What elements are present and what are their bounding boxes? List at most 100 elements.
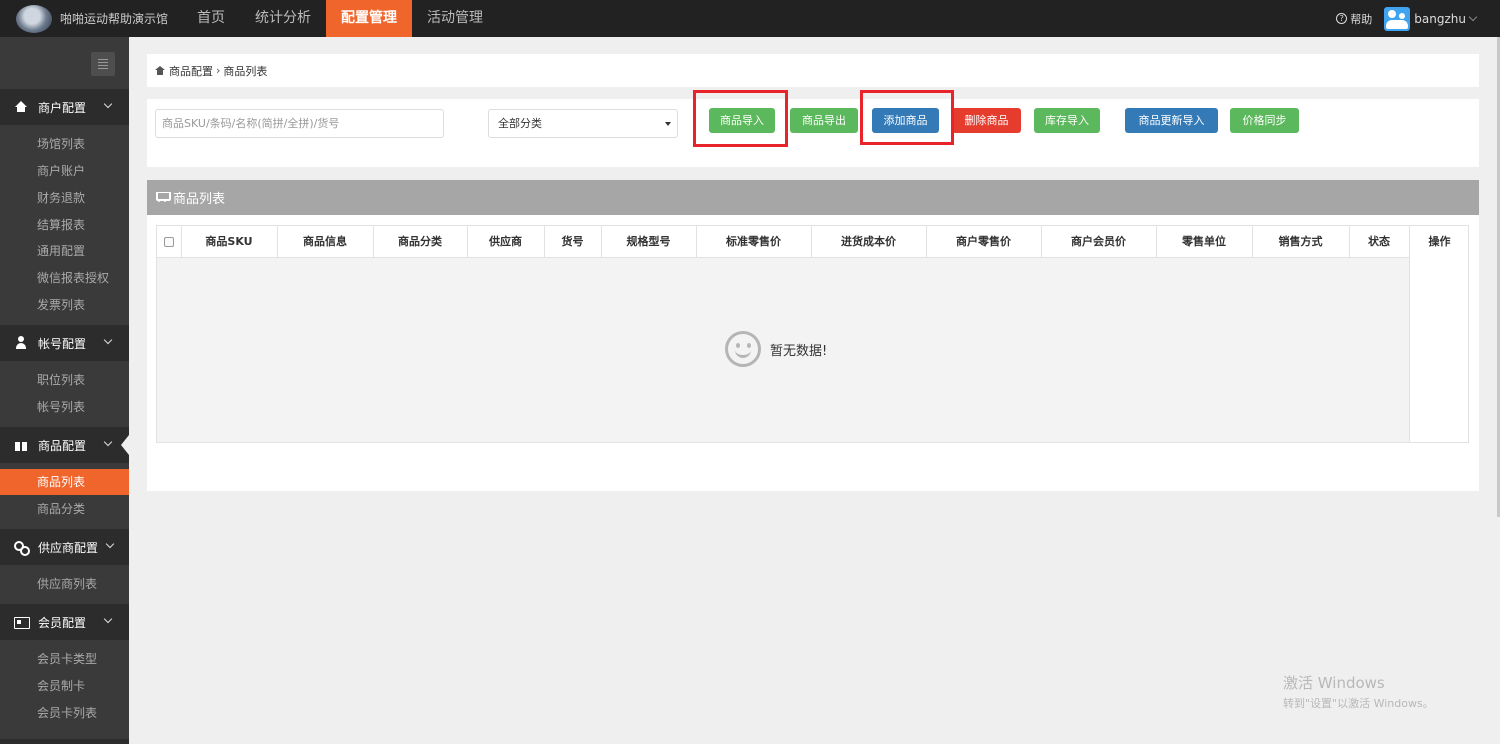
breadcrumb-separator: ›: [216, 64, 221, 77]
price-sync-button[interactable]: 价格同步: [1230, 108, 1299, 133]
home-icon: [155, 66, 165, 75]
sidebar-item-merchant-account[interactable]: 商户账户: [0, 158, 129, 184]
chevron-down-icon: [103, 614, 113, 624]
brand[interactable]: 啪啪运动帮助演示馆: [0, 0, 180, 37]
sidebar-item-account-list[interactable]: 帐号列表: [0, 394, 129, 420]
sidebar: 商户配置 场馆列表 商户账户 财务退款 结算报表 通用配置 微信报表授权 发票列…: [0, 37, 129, 744]
column-header[interactable]: 零售单位: [1156, 226, 1253, 258]
nav-statistics[interactable]: 统计分析: [240, 0, 326, 37]
select-all-checkbox[interactable]: [163, 236, 174, 247]
operations-column: 操作: [1409, 226, 1468, 442]
sidebar-item-wechat-report-auth[interactable]: 微信报表授权: [0, 265, 129, 291]
smile-icon: [725, 331, 761, 367]
filter-panel: 全部分类 商品导入 商品导出 添加商品 删除商品 库存导入 商品更新导入 价格同…: [147, 90, 1479, 167]
help-label: 帮助: [1350, 12, 1373, 26]
sidebar-group-label: 商户配置: [38, 100, 87, 115]
delete-product-button[interactable]: 删除商品: [952, 108, 1021, 133]
username[interactable]: bangzhu: [1414, 12, 1466, 26]
column-header[interactable]: 标准零售价: [696, 226, 812, 258]
column-header[interactable]: 规格型号: [601, 226, 697, 258]
sidebar-group-product[interactable]: 商品配置: [0, 427, 129, 463]
table-header-row: 商品SKU 商品信息 商品分类 供应商 货号 规格型号 标准零售价 进货成本价 …: [157, 226, 1410, 258]
column-header[interactable]: 进货成本价: [811, 226, 927, 258]
sidebar-group-merchant[interactable]: 商户配置: [0, 89, 129, 125]
windows-activation-watermark: 激活 Windows 转到"设置"以激活 Windows。: [1283, 672, 1434, 711]
nav-activity[interactable]: 活动管理: [412, 0, 498, 37]
column-header[interactable]: 商户零售价: [926, 226, 1042, 258]
cart-icon: [156, 192, 171, 203]
breadcrumb-parent[interactable]: 商品配置: [169, 63, 213, 79]
sidebar-item-general-config[interactable]: 通用配置: [0, 238, 129, 264]
search-input[interactable]: [155, 109, 444, 138]
sidebar-item-member-card-type[interactable]: 会员卡类型: [0, 646, 129, 672]
menu-toggle-icon[interactable]: [91, 52, 115, 76]
column-header[interactable]: 销售方式: [1252, 226, 1350, 258]
sidebar-group-account[interactable]: 帐号配置: [0, 325, 129, 361]
sidebar-item-settlement-report[interactable]: 结算报表: [0, 212, 129, 238]
sidebar-item-finance-refund[interactable]: 财务退款: [0, 185, 129, 211]
sidebar-item-member-card-list[interactable]: 会员卡列表: [0, 700, 129, 726]
breadcrumb: 商品配置 › 商品列表: [147, 54, 1479, 87]
chevron-down-icon: [103, 335, 113, 345]
column-header[interactable]: 商品信息: [277, 226, 374, 258]
nav-config[interactable]: 配置管理: [326, 0, 412, 37]
product-list-header: 商品列表: [147, 180, 1479, 215]
gift-icon: [14, 438, 28, 452]
product-list-title: 商品列表: [173, 192, 226, 207]
help-link[interactable]: ? 帮助: [1336, 11, 1372, 27]
add-product-button[interactable]: 添加商品: [872, 108, 939, 133]
column-header[interactable]: 供应商: [467, 226, 545, 258]
sidebar-item-position-list[interactable]: 职位列表: [0, 367, 129, 393]
sidebar-item-product-list[interactable]: 商品列表: [0, 469, 129, 495]
category-select[interactable]: 全部分类: [488, 109, 678, 138]
dropdown-arrow-icon: [665, 122, 671, 126]
column-header[interactable]: 货号: [544, 226, 602, 258]
chevron-down-icon: [105, 539, 115, 549]
sidebar-item-venue-list[interactable]: 场馆列表: [0, 131, 129, 157]
product-update-import-button[interactable]: 商品更新导入: [1125, 108, 1218, 133]
product-table-grid: 商品SKU 商品信息 商品分类 供应商 货号 规格型号 标准零售价 进货成本价 …: [157, 226, 1410, 258]
empty-state-area: 暂无数据!: [157, 258, 1409, 442]
main-nav: 首页 统计分析 配置管理 活动管理: [182, 0, 498, 37]
breadcrumb-current: 商品列表: [223, 64, 268, 78]
watermark-line2: 转到"设置"以激活 Windows。: [1283, 697, 1434, 710]
id-card-icon: [14, 615, 30, 629]
sidebar-group-label: 会员配置: [38, 615, 87, 630]
sidebar-group-label: 供应商配置: [38, 540, 99, 555]
empty-state-text: 暂无数据!: [770, 343, 828, 359]
product-list-panel: 商品列表 商品SKU 商品信息 商品分类 供应商 货号 规格型号 标准零售价 进…: [147, 180, 1479, 491]
column-header[interactable]: 商品分类: [373, 226, 468, 258]
sidebar-group-label: 帐号配置: [38, 336, 87, 351]
sidebar-group-member[interactable]: 会员配置: [0, 604, 129, 640]
chevron-down-icon: [103, 437, 113, 447]
nav-home[interactable]: 首页: [182, 0, 240, 37]
sidebar-item-member-card-make[interactable]: 会员制卡: [0, 673, 129, 699]
stock-import-button[interactable]: 库存导入: [1034, 108, 1100, 133]
import-products-button[interactable]: 商品导入: [709, 108, 775, 133]
home-icon: [14, 100, 28, 114]
column-header[interactable]: 商户会员价: [1041, 226, 1157, 258]
sidebar-item-invoice-list[interactable]: 发票列表: [0, 292, 129, 318]
empty-state: 暂无数据!: [725, 331, 827, 367]
sidebar-item-supplier-list[interactable]: 供应商列表: [0, 571, 129, 597]
sidebar-group-more[interactable]: [0, 739, 129, 744]
product-table: 商品SKU 商品信息 商品分类 供应商 货号 规格型号 标准零售价 进货成本价 …: [156, 225, 1469, 443]
chevron-down-icon[interactable]: [1468, 12, 1478, 21]
chevron-down-icon: [103, 99, 113, 109]
brand-logo: [16, 4, 52, 33]
select-all-cell: [157, 226, 182, 258]
watermark-line1: 激活 Windows: [1283, 674, 1385, 692]
column-header: 操作: [1428, 235, 1451, 248]
brand-name: 啪啪运动帮助演示馆: [60, 12, 169, 26]
sidebar-item-product-category[interactable]: 商品分类: [0, 496, 129, 522]
sidebar-group-supplier[interactable]: 供应商配置: [0, 529, 129, 565]
column-header[interactable]: 商品SKU: [181, 226, 278, 258]
link-icon: [14, 540, 30, 556]
top-right: ? 帮助 bangzhu: [1336, 0, 1478, 37]
export-products-button[interactable]: 商品导出: [790, 108, 858, 133]
avatar[interactable]: [1384, 6, 1411, 31]
column-header[interactable]: 状态: [1349, 226, 1410, 258]
sidebar-group-label: 商品配置: [38, 438, 87, 453]
top-navbar: 啪啪运动帮助演示馆 首页 统计分析 配置管理 活动管理 ? 帮助 bangzhu: [0, 0, 1500, 37]
active-indicator: [121, 435, 129, 455]
